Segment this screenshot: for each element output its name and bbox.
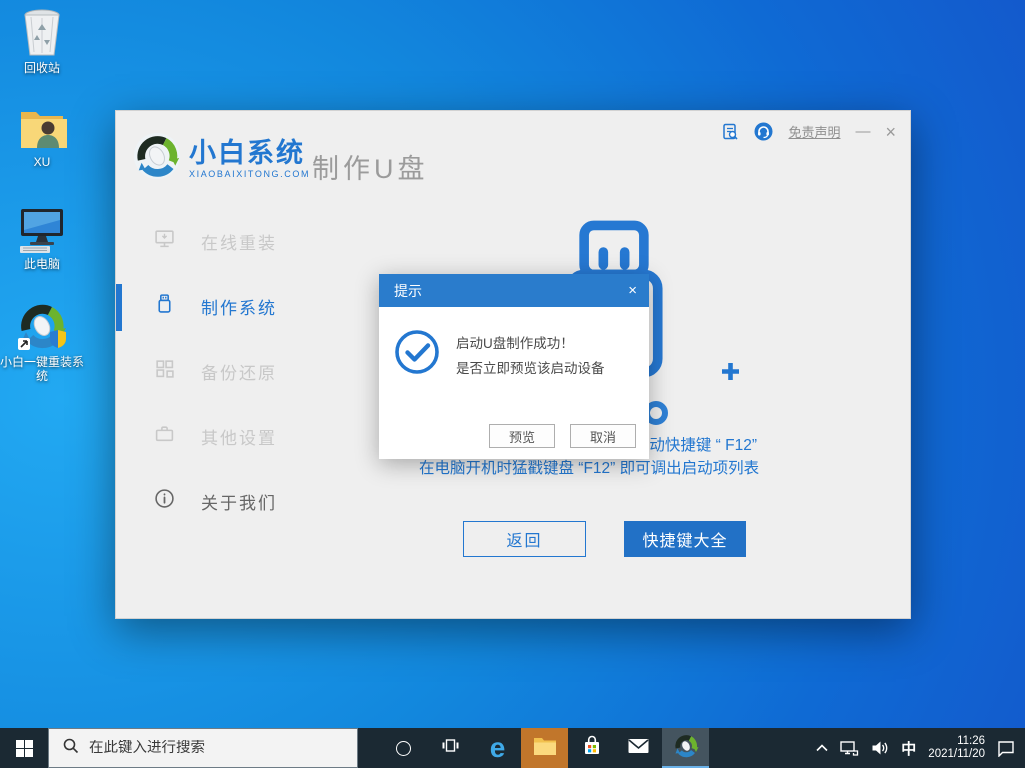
xiaobai-taskbar-icon [673,733,699,764]
xiaobai-app-icon [0,300,84,352]
recycle-bin-icon [0,8,84,58]
sidebar-item-about-us[interactable]: 关于我们 [154,479,384,523]
sidebar-item-label: 在线重装 [201,229,277,254]
success-check-icon [394,329,440,380]
desktop-icon-label: 小白一键重装系统 [0,355,84,383]
plus-decoration-icon [721,362,740,386]
desktop-icon-xiaobai[interactable]: 小白一键重装系统 [0,300,84,383]
tray-date: 2021/11/20 [928,748,985,761]
taskbar: e [0,728,1025,768]
sidebar-item-label: 备份还原 [201,359,277,384]
edge-icon: e [490,734,506,762]
preview-button[interactable]: 预览 [489,424,555,448]
disclaimer-link[interactable]: 免责声明 [788,122,840,141]
info-icon [154,488,175,514]
desktop-icon-label: XU [0,155,84,169]
sidebar-active-indicator [116,284,122,331]
desktop-icon-this-pc[interactable]: 此电脑 [0,206,84,271]
sidebar-item-online-reinstall[interactable]: 在线重装 [154,219,384,263]
dialog-titlebar: 提示 × [379,274,649,307]
start-button[interactable] [0,728,48,768]
hotkey-line2: 在电脑开机时猛戳键盘 “F12” 即可调出启动项列表 [419,456,759,478]
tray-network-icon[interactable] [840,740,859,756]
app-subtitle: XIAOBAIXITONG.COM [189,169,310,179]
monitor-reinstall-icon [154,228,175,254]
file-explorer-icon [533,736,557,761]
window-titlebar: 免责声明 — × [722,122,896,141]
app-logo-icon [132,131,182,186]
sidebar-item-label: 其他设置 [201,424,277,449]
sidebar-item-label: 制作系统 [201,294,277,319]
xiaobai-app-window: 免责声明 — × 小白系统 XIAOBAIXITONG.COM 制作U盘 [115,110,911,619]
search-input[interactable] [89,740,339,756]
store-icon [582,735,602,761]
tray-volume-icon[interactable] [871,740,889,756]
app-logo: 小白系统 XIAOBAIXITONG.COM [132,131,310,186]
windows-logo-icon [16,740,33,757]
task-view-icon [442,737,459,759]
dialog-close-icon[interactable]: × [628,282,637,299]
action-center-icon[interactable] [997,740,1015,757]
sidebar-item-backup-restore[interactable]: 备份还原 [154,349,384,393]
tray-clock[interactable]: 11:26 2021/11/20 [928,735,985,761]
desktop-icon-user-folder[interactable]: XU [0,106,84,169]
this-pc-icon [0,206,84,254]
desktop-icon-recycle-bin[interactable]: 回收站 [0,8,84,75]
cancel-button[interactable]: 取消 [570,424,636,448]
customer-support-icon[interactable] [754,122,773,141]
search-icon [63,738,79,759]
tip-dialog: 提示 × 启动U盘制作成功！ 是否立即预览该启动设备 预览 取消 [379,274,649,459]
store-button[interactable] [568,728,615,768]
task-view-button[interactable] [427,728,474,768]
tray-ime-indicator[interactable]: 中 [901,738,916,759]
edge-button[interactable]: e [474,728,521,768]
file-explorer-button[interactable] [521,728,568,768]
close-button[interactable]: × [885,124,896,140]
log-viewer-icon[interactable] [722,123,739,141]
cortana-button[interactable] [380,728,427,768]
hotkey-list-button[interactable]: 快捷键大全 [624,521,746,557]
desktop-icon-label: 回收站 [0,61,84,75]
backup-restore-icon [154,358,175,384]
user-folder-icon [0,106,84,152]
minimize-button[interactable]: — [855,125,870,139]
tray-time: 11:26 [928,735,985,748]
tray-chevron-up-icon[interactable] [816,743,828,753]
usb-icon [154,293,175,319]
xiaobai-taskbar-button[interactable] [662,728,709,768]
back-button[interactable]: 返回 [463,521,586,557]
dialog-title: 提示 [394,281,628,301]
sidebar-item-other-settings[interactable]: 其他设置 [154,414,384,458]
page-title: 制作U盘 [312,147,429,186]
mail-icon [628,738,649,759]
dialog-message-line2: 是否立即预览该启动设备 [456,356,605,381]
sidebar-item-label: 关于我们 [201,489,277,514]
system-tray: 中 11:26 2021/11/20 [816,728,1025,768]
desktop-icon-label: 此电脑 [0,257,84,271]
toolbox-icon [154,423,175,449]
taskbar-search-box[interactable] [48,728,358,768]
dialog-message-line1: 启动U盘制作成功！ [456,331,605,356]
mail-button[interactable] [615,728,662,768]
dialog-message: 启动U盘制作成功！ 是否立即预览该启动设备 [456,331,605,381]
cortana-icon [396,741,411,756]
hotkey-line1: 启动快捷键 “ F12” [634,433,757,455]
app-title: 小白系统 [189,139,310,167]
sidebar-item-make-system[interactable]: 制作系统 [154,284,384,328]
